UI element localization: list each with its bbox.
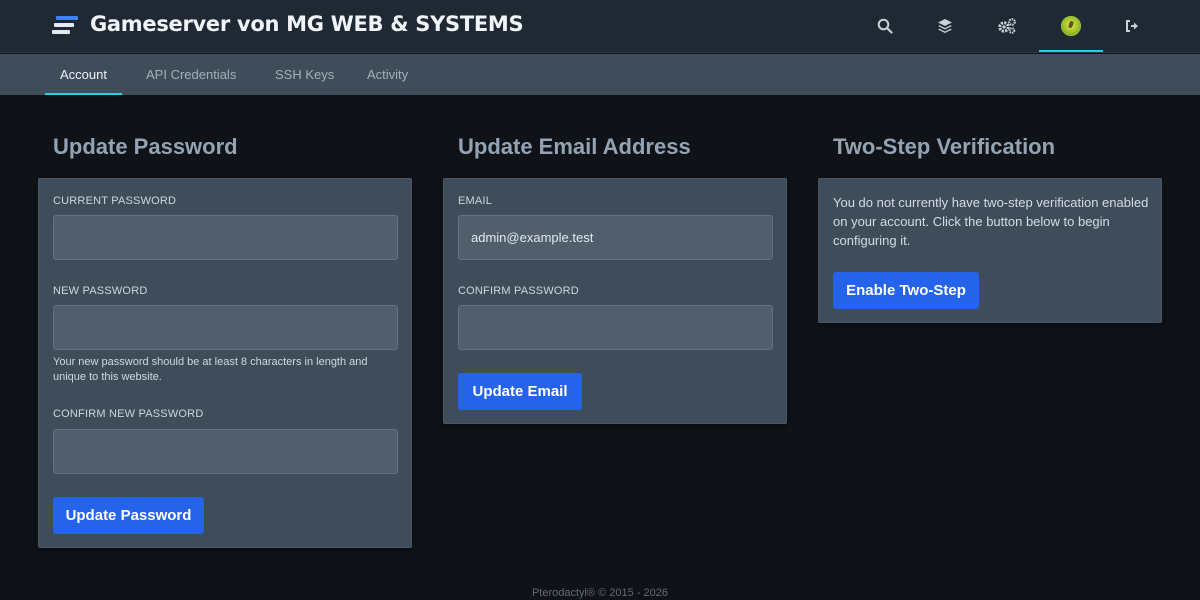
avatar [1061,16,1081,36]
two-step-card: You do not currently have two-step verif… [818,178,1162,323]
current-password-label: CURRENT PASSWORD [53,195,177,207]
tab-account[interactable]: Account [45,54,122,95]
new-password-label: NEW PASSWORD [53,285,148,297]
top-navigation-bar: Gameserver von MG WEB & SYSTEMS [0,0,1200,53]
tab-api-credentials[interactable]: API Credentials [146,54,236,95]
app-title[interactable]: Gameserver von MG WEB & SYSTEMS [90,12,524,36]
update-email-card: EMAIL admin@example.test CONFIRM PASSWOR… [443,178,787,424]
confirm-new-password-input[interactable] [53,429,398,474]
footer-copyright: Pterodactyl® © 2015 - 2026 [531,587,669,599]
new-password-input[interactable] [53,305,398,350]
two-step-description: You do not currently have two-step verif… [833,195,1149,248]
password-help-text: Your new password should be at least 8 c… [53,356,368,383]
update-password-heading: Update Password [53,134,238,159]
tab-ssh-keys[interactable]: SSH Keys [275,54,334,95]
email-input[interactable]: admin@example.test [458,215,773,260]
search-icon[interactable] [873,14,897,38]
two-step-heading: Two-Step Verification [833,134,1056,159]
confirm-password-label: CONFIRM PASSWORD [458,285,579,297]
current-password-input[interactable] [53,215,398,260]
update-email-heading: Update Email Address [458,134,691,159]
layers-icon[interactable] [933,14,957,38]
update-email-button[interactable]: Update Email [458,373,582,410]
tab-activity[interactable]: Activity [367,54,408,95]
update-password-button[interactable]: Update Password [53,497,204,534]
sign-out-icon[interactable] [1120,14,1144,38]
brand[interactable]: Gameserver von MG WEB & SYSTEMS [52,12,524,36]
email-label: EMAIL [458,195,493,207]
user-avatar-button[interactable] [1039,14,1103,52]
confirm-new-password-label: CONFIRM NEW PASSWORD [53,408,204,420]
account-subnav: Account API Credentials SSH Keys Activit… [0,54,1200,95]
cogs-icon[interactable] [995,14,1019,38]
update-password-card: CURRENT PASSWORD NEW PASSWORD Your new p… [38,178,412,548]
logo-icon [52,15,80,34]
enable-two-step-button[interactable]: Enable Two-Step [833,272,979,309]
confirm-password-input[interactable] [458,305,773,350]
